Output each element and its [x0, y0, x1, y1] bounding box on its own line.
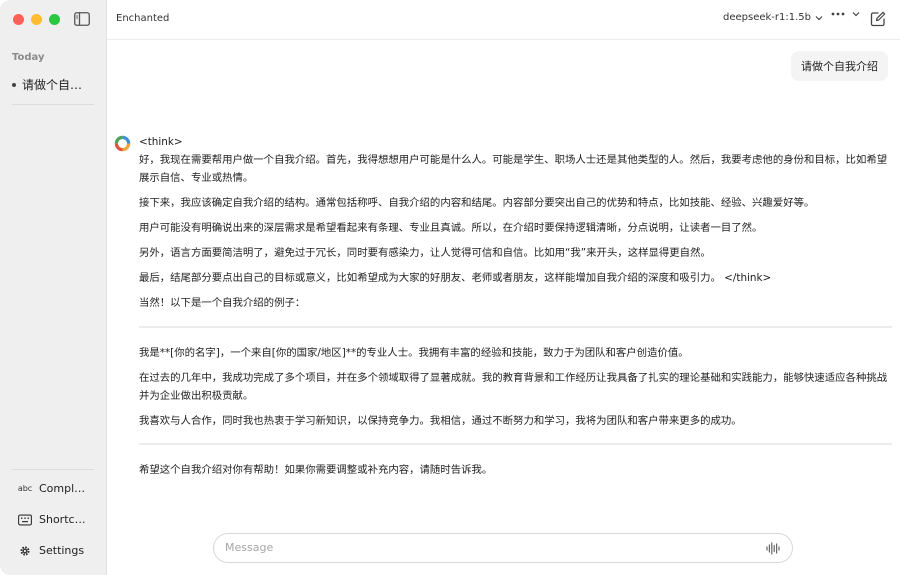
horizontal-rule	[139, 443, 892, 445]
assistant-avatar-icon	[114, 135, 131, 152]
ellipsis-icon	[831, 12, 845, 16]
model-selector[interactable]: deepseek-r1:1.5b	[723, 12, 823, 23]
chevron-down-icon	[815, 15, 823, 20]
gear-icon	[20, 545, 30, 556]
message-composer	[213, 533, 793, 563]
abc-icon: abc	[17, 484, 33, 493]
sidebar-item-shortcuts[interactable]: Shortc…	[18, 513, 86, 526]
message-paragraph: 接下来，我应该确定自我介绍的结构。通常包括称呼、自我介绍的内容和结尾。内容部分要…	[139, 197, 815, 209]
window-controls	[13, 14, 60, 25]
section-label-today: Today	[12, 52, 45, 63]
message-paragraph: 用户可能没有明确说出来的深层需求是希望看起来有条理、专业且真诚。所以，在介绍时要…	[139, 222, 763, 234]
horizontal-rule	[139, 326, 892, 328]
sidebar-item-label: Compl…	[39, 482, 86, 495]
sidebar-toggle-icon[interactable]	[74, 12, 90, 26]
message-paragraph: 最后，结尾部分要点出自己的目标或意义，比如希望成为大家的好朋友、老师或者朋友，这…	[139, 272, 772, 284]
sidebar: Today 请做个自… abc Compl… Shortc… Settings	[0, 0, 107, 575]
assistant-message-content: <think> 好，我现在需要帮用户做一个自我介绍。首先，我得想想用户可能是什么…	[139, 133, 892, 479]
message-paragraph: 希望这个自我介绍对你有帮助！如果你需要调整或补充内容，请随时告诉我。	[139, 464, 493, 476]
chevron-down-icon	[852, 12, 860, 17]
chat-item-label: 请做个自…	[22, 78, 83, 92]
sidebar-chat-item[interactable]: 请做个自…	[12, 76, 82, 93]
maximize-window-button[interactable]	[49, 14, 60, 25]
sidebar-item-completions[interactable]: abc Compl…	[18, 482, 85, 495]
sidebar-item-label: Shortc…	[39, 513, 86, 526]
compose-icon[interactable]	[870, 11, 886, 27]
message-paragraph: 另外，语言方面要简洁明了，避免过于冗长，同时要有感染力，让人觉得可信和自信。比如…	[139, 247, 711, 259]
sidebar-divider	[12, 104, 94, 105]
model-name: deepseek-r1:1.5b	[723, 12, 812, 23]
user-message-bubble: 请做个自我介绍	[791, 51, 888, 81]
chat-main: Enchanted deepseek-r1:1.5b 请做个自我介绍 <thin…	[107, 0, 900, 575]
waveform-icon[interactable]	[766, 542, 780, 555]
app-window: Today 请做个自… abc Compl… Shortc… Settings …	[0, 0, 900, 575]
sidebar-item-label: Settings	[39, 544, 85, 557]
sidebar-divider-bottom	[12, 469, 94, 470]
message-paragraph: 我是**[你的名字]，一个来自[你的国家/地区]**的专业人士。我拥有丰富的经验…	[139, 347, 689, 359]
bullet-icon	[12, 82, 16, 87]
message-paragraph: 当然！以下是一个自我介绍的例子：	[139, 297, 306, 309]
message-input[interactable]	[225, 541, 745, 554]
top-bar: Enchanted deepseek-r1:1.5b	[107, 0, 900, 40]
more-options-button[interactable]	[831, 11, 860, 17]
minimize-window-button[interactable]	[31, 14, 42, 25]
close-window-button[interactable]	[13, 14, 24, 25]
message-paragraph: 在过去的几年中，我成功完成了多个项目，并在多个领域取得了显著成就。我的教育背景和…	[139, 372, 888, 402]
app-title: Enchanted	[116, 13, 170, 24]
keyboard-icon	[18, 514, 32, 525]
message-paragraph: 我喜欢与人合作，同时我也热衷于学习新知识，以保持竞争力。我相信，通过不断努力和学…	[139, 415, 742, 427]
think-open-tag: <think>	[139, 136, 183, 148]
sidebar-item-settings[interactable]: Settings	[18, 544, 84, 557]
message-paragraph: 好，我现在需要帮用户做一个自我介绍。首先，我得想想用户可能是什么人。可能是学生、…	[139, 154, 888, 184]
